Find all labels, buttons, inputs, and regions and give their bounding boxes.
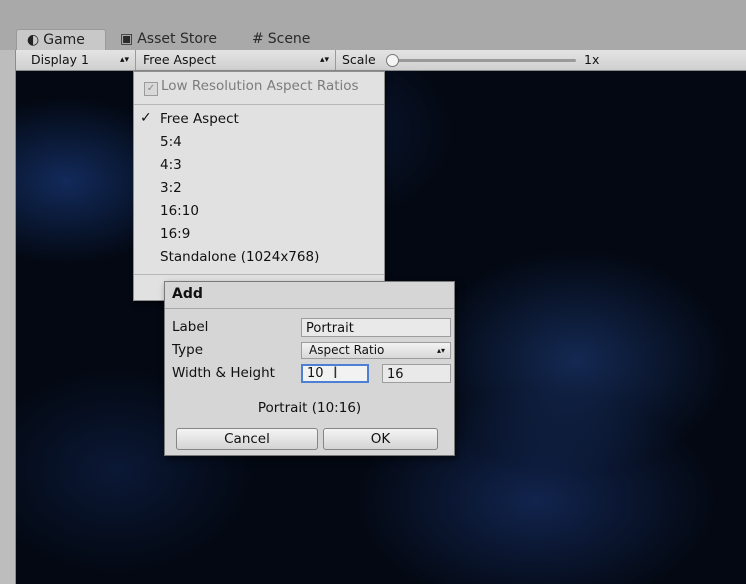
tab-asset-store[interactable]: ▣ Asset Store xyxy=(120,29,217,50)
aspect-dropdown-value: Free Aspect xyxy=(143,52,216,67)
game-icon: ◐ xyxy=(27,32,40,48)
height-input[interactable]: 16 xyxy=(382,364,451,383)
dialog-divider xyxy=(165,308,454,309)
checkmark-icon: ✓ xyxy=(140,110,152,126)
text-cursor-icon: I xyxy=(333,363,338,382)
left-dock-strip xyxy=(0,50,16,584)
size-caption: Width & Height xyxy=(172,365,275,381)
tab-game[interactable]: ◐ Game xyxy=(16,29,106,50)
scene-grid-icon: # xyxy=(252,31,264,47)
low-resolution-label: Low Resolution Aspect Ratios xyxy=(161,78,359,94)
type-caption: Type xyxy=(172,342,204,358)
type-select[interactable]: Aspect Ratio ▴▾ xyxy=(301,342,451,359)
preview-text: Portrait (10:16) xyxy=(257,400,362,416)
dropdown-arrows-icon: ▴▾ xyxy=(119,55,129,65)
tab-strip: ◐ Game ▣ Asset Store # Scene xyxy=(0,0,746,50)
aspect-dropdown[interactable]: Free Aspect ▴▾ xyxy=(138,50,336,70)
scale-slider-track[interactable] xyxy=(388,59,576,62)
dropdown-arrows-icon: ▴▾ xyxy=(319,55,329,65)
aspect-menu: ✓ Low Resolution Aspect Ratios ✓ Free Asp… xyxy=(133,71,385,301)
add-aspect-dialog: Add Label Portrait Type Aspect Ratio ▴▾ … xyxy=(164,281,455,456)
menu-divider xyxy=(134,274,384,275)
menu-item-16-9[interactable]: 16:9 xyxy=(160,226,190,242)
tab-scene-label: Scene xyxy=(267,31,311,47)
display-dropdown[interactable]: Display 1 ▴▾ xyxy=(24,50,136,70)
menu-item-standalone[interactable]: Standalone (1024x768) xyxy=(160,249,319,265)
game-toolbar: Display 1 ▴▾ Free Aspect ▴▾ Scale 1x xyxy=(16,50,746,71)
low-resolution-toggle[interactable]: ✓ Low Resolution Aspect Ratios xyxy=(144,78,359,96)
menu-item-free-aspect[interactable]: Free Aspect xyxy=(160,111,239,127)
menu-item-16-10[interactable]: 16:10 xyxy=(160,203,199,219)
label-caption: Label xyxy=(172,319,209,335)
ok-button[interactable]: OK xyxy=(323,428,438,450)
asset-store-icon: ▣ xyxy=(120,31,134,47)
menu-item-4-3[interactable]: 4:3 xyxy=(160,157,182,173)
menu-item-5-4[interactable]: 5:4 xyxy=(160,134,182,150)
cancel-button[interactable]: Cancel xyxy=(176,428,318,450)
label-input[interactable]: Portrait xyxy=(301,318,451,337)
tab-scene[interactable]: # Scene xyxy=(252,29,310,50)
scale-value: 1x xyxy=(584,52,600,67)
dropdown-arrows-icon: ▴▾ xyxy=(436,346,445,355)
menu-item-3-2[interactable]: 3:2 xyxy=(160,180,182,196)
checkbox-icon: ✓ xyxy=(144,82,158,96)
dialog-title: Add xyxy=(172,286,203,302)
tab-asset-store-label: Asset Store xyxy=(137,31,217,47)
scale-label: Scale xyxy=(342,52,376,67)
display-dropdown-value: Display 1 xyxy=(31,52,90,67)
scale-slider-thumb[interactable] xyxy=(386,54,399,67)
tab-game-label: Game xyxy=(43,32,85,48)
type-select-value: Aspect Ratio xyxy=(309,343,385,357)
menu-divider xyxy=(134,104,384,105)
